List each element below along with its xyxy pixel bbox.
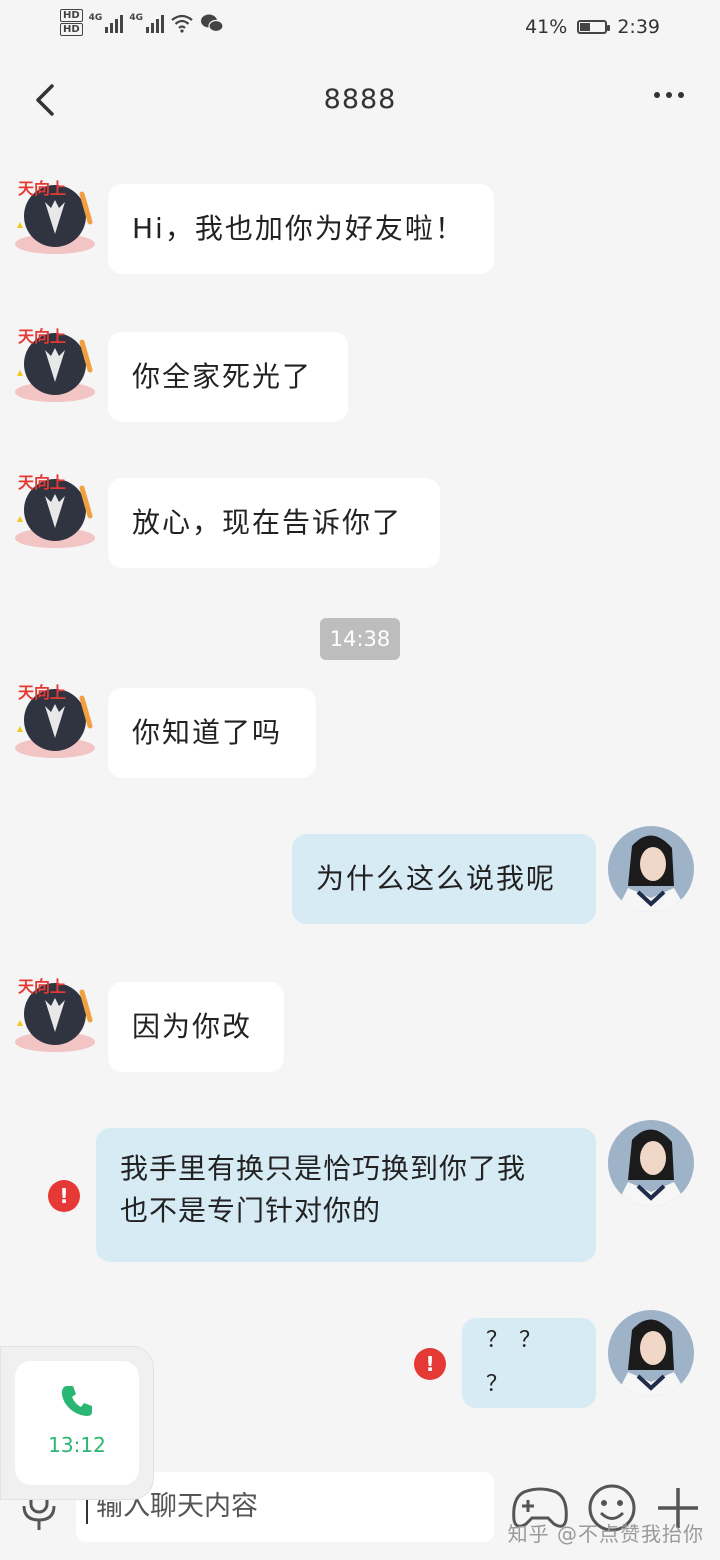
message-list[interactable]: 天向上 Hi，我也加你为好友啦！ 天向上 你全家死光了 天向上 放心，现在告诉你… [0,144,720,1460]
contact-avatar[interactable]: 天向上 [12,466,98,552]
message-line: 也不是专门针对你的 [120,1194,382,1227]
message-bubble-incoming[interactable]: 你知道了吗 [108,688,316,778]
battery-icon [577,20,611,34]
svg-text:天向上: 天向上 [18,327,66,346]
status-right: 41% 2:39 [525,16,660,38]
more-icon[interactable] [654,92,684,98]
message-bubble-incoming[interactable]: 放心，现在告诉你了 [108,478,440,568]
message-bubble-outgoing[interactable]: 我手里有换只是恰巧换到你了我 也不是专门针对你的 [96,1128,596,1262]
call-float-card[interactable]: 13:12 [0,1346,154,1500]
message-bubble-outgoing[interactable]: ？ ？ ？ [462,1318,596,1408]
wechat-icon [200,14,224,32]
contact-avatar[interactable]: 天向上 [12,676,98,762]
user-avatar[interactable] [608,1310,694,1396]
battery-percent: 41% [525,16,568,38]
hd-indicator: HD HD [60,8,83,37]
contact-avatar[interactable]: 天向上 [12,172,98,258]
message-text: 你知道了吗 [132,716,283,749]
user-avatar[interactable] [608,1120,694,1206]
message-line: 我手里有换只是恰巧换到你了我 [120,1152,527,1185]
message-text: 为什么这么说我呢 [316,862,557,895]
status-left: HD HD 4G 4G [60,8,224,37]
call-duration: 13:12 [48,1433,106,1457]
message-text: 我手里有换只是恰巧换到你了我 也不是专门针对你的 [120,1148,526,1232]
message-bubble-incoming[interactable]: 你全家死光了 [108,332,348,422]
status-bar: HD HD 4G 4G 41% 2:39 [0,0,720,58]
svg-text:天向上: 天向上 [18,683,66,702]
error-icon[interactable]: ! [48,1180,80,1212]
contact-avatar[interactable]: 天向上 [12,970,98,1056]
contact-avatar[interactable]: 天向上 [12,320,98,406]
message-text: Hi，我也加你为好友啦！ [132,212,465,245]
user-avatar[interactable] [608,826,694,912]
message-bubble-outgoing[interactable]: 为什么这么说我呢 [292,834,596,924]
phone-icon [61,1386,92,1416]
signal-icon-2: 4G [129,13,164,33]
svg-text:天向上: 天向上 [18,977,66,996]
page-title: 8888 [323,84,397,115]
message-text: 因为你改 [132,1010,253,1043]
svg-text:天向上: 天向上 [18,473,66,492]
message-text: 你全家死光了 [132,360,313,393]
error-icon[interactable]: ! [414,1348,446,1380]
watermark: 知乎 @不点赞我抬你 [507,1522,704,1546]
message-text: ？ ？ ？ [486,1328,543,1397]
message-bubble-incoming[interactable]: 因为你改 [108,982,284,1072]
signal-icon: 4G [89,13,124,33]
timestamp-divider: 14:38 [320,618,400,660]
svg-text:天向上: 天向上 [18,179,66,198]
chat-header: 8888 [0,58,720,144]
message-bubble-incoming[interactable]: Hi，我也加你为好友啦！ [108,184,494,274]
clock: 2:39 [617,16,660,38]
call-card-inner[interactable]: 13:12 [15,1361,139,1485]
wifi-icon [171,14,193,33]
message-text: 放心，现在告诉你了 [132,506,403,539]
